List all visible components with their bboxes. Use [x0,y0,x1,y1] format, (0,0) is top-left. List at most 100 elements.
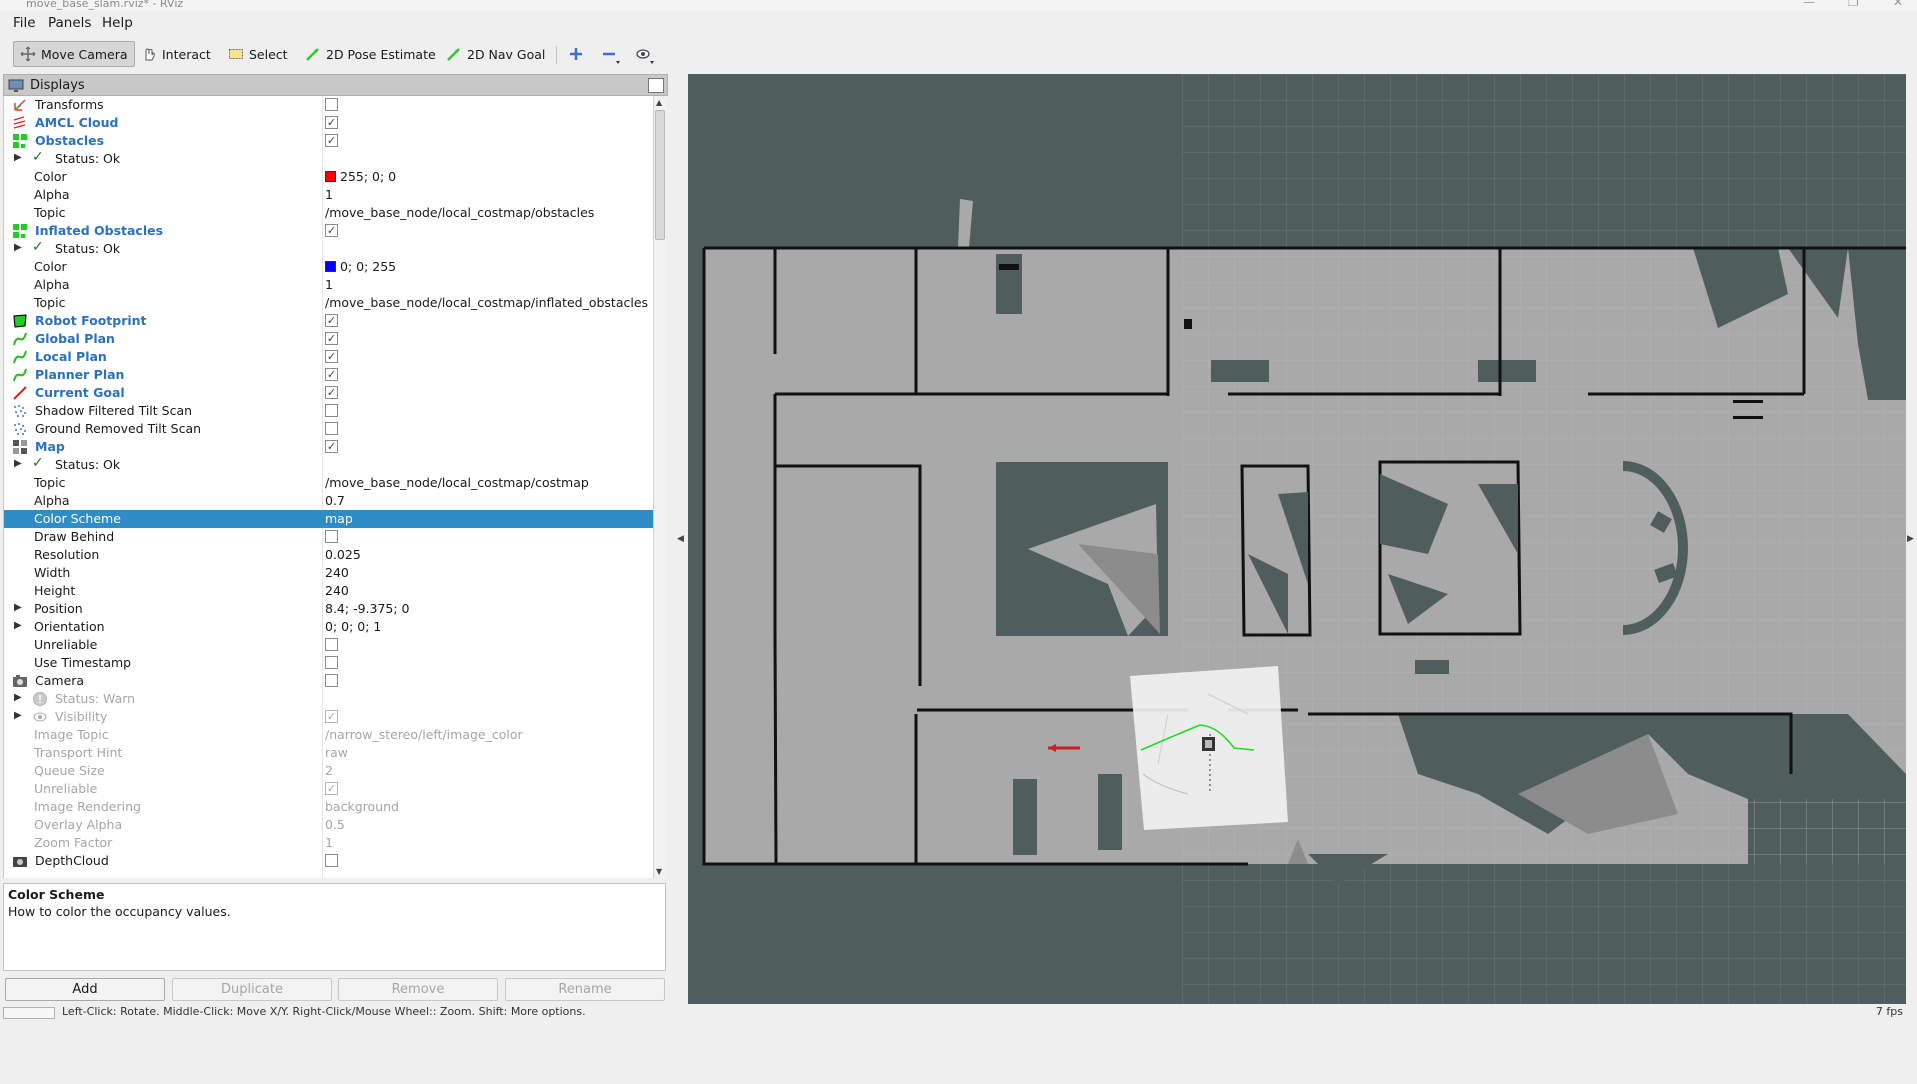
property-row-queue-size[interactable]: Queue Size 2 [4,762,653,780]
property-value[interactable]: /move_base_node/local_costmap/costmap [325,475,589,490]
display-row-camera[interactable]: Camera [4,672,653,690]
menu-file[interactable]: File [13,15,36,31]
enabled-checkbox[interactable]: ✓ [325,332,338,345]
reset-box[interactable] [3,1007,55,1019]
expand-arrow-icon[interactable]: ▶ [14,458,22,469]
tree-scrollbar[interactable]: ▲ ▼ [653,96,666,878]
rename-button[interactable]: Rename [505,978,665,1001]
property-row-image-rendering[interactable]: Image Rendering background [4,798,653,816]
close-icon[interactable]: ✕ [1893,0,1903,9]
property-row-image-topic[interactable]: Image Topic /narrow_stereo/left/image_co… [4,726,653,744]
property-row-width[interactable]: Width 240 [4,564,653,582]
panel-splitter[interactable]: ◀ [668,74,688,1004]
display-tree[interactable]: Transforms AMCL Cloud ✓ Obstacles ✓ ▶ ✓ … [3,96,653,878]
status-row[interactable]: ▶ Status: Warn [4,690,653,708]
property-row-color[interactable]: Color 0; 0; 255 [4,258,653,276]
scrollbar-thumb[interactable] [655,110,665,240]
property-checkbox[interactable] [325,656,338,669]
property-row-visibility[interactable]: ▶ Visibility ✓ [4,708,653,726]
maximize-icon[interactable]: ❐ [1848,0,1859,9]
display-row-ground-removed-tilt-scan[interactable]: Ground Removed Tilt Scan [4,420,653,438]
property-value[interactable]: 240 [325,565,349,580]
property-row-color-scheme[interactable]: Color Scheme map [4,510,653,528]
property-row-draw-behind[interactable]: Draw Behind [4,528,653,546]
enabled-checkbox[interactable] [325,422,338,435]
property-value[interactable]: 255; 0; 0 [325,169,396,184]
select-tool[interactable]: Select [222,41,294,67]
property-value[interactable]: 1 [325,187,333,202]
property-value[interactable]: 1 [325,277,333,292]
expand-arrow-icon[interactable]: ▶ [14,152,22,163]
pose-estimate-tool[interactable]: 2D Pose Estimate [299,41,442,67]
property-value[interactable]: /move_base_node/local_costmap/inflated_o… [325,295,648,310]
property-value[interactable]: 8.4; -9.375; 0 [325,601,410,616]
expand-arrow-icon[interactable]: ▶ [14,692,22,703]
float-panel-button[interactable] [648,78,664,93]
render-viewport[interactable] [688,74,1906,1004]
add-button[interactable]: Add [5,978,165,1001]
property-value[interactable]: 0.025 [325,547,361,562]
display-row-shadow-filtered-tilt-scan[interactable]: Shadow Filtered Tilt Scan [4,402,653,420]
property-row-topic[interactable]: Topic /move_base_node/local_costmap/cost… [4,474,653,492]
map-render[interactable] [688,74,1906,1004]
property-row-use-timestamp[interactable]: Use Timestamp [4,654,653,672]
scroll-up-icon[interactable]: ▲ [656,98,662,107]
menu-help[interactable]: Help [102,15,133,31]
display-row-planner-plan[interactable]: Planner Plan ✓ [4,366,653,384]
property-value[interactable]: map [325,511,353,526]
property-value[interactable]: 0; 0; 255 [325,259,396,274]
enabled-checkbox[interactable]: ✓ [325,224,338,237]
property-checkbox[interactable] [325,530,338,543]
collapse-left-icon[interactable]: ◀ [677,534,684,544]
enabled-checkbox[interactable]: ✓ [325,134,338,147]
display-row-local-plan[interactable]: Local Plan ✓ [4,348,653,366]
expand-arrow-icon[interactable]: ▶ [14,242,22,253]
property-row-position[interactable]: ▶ Position 8.4; -9.375; 0 [4,600,653,618]
status-row[interactable]: ▶ ✓ Status: Ok [4,455,653,474]
enabled-checkbox[interactable]: ✓ [325,116,338,129]
enabled-checkbox[interactable]: ✓ [325,368,338,381]
enabled-checkbox[interactable]: ✓ [325,314,338,327]
property-value[interactable]: /narrow_stereo/left/image_color [325,727,523,742]
property-row-alpha[interactable]: Alpha 0.7 [4,492,653,510]
display-row-map[interactable]: Map ✓ [4,438,653,456]
add-tool-icon[interactable] [565,45,587,65]
status-row[interactable]: ▶ ✓ Status: Ok [4,149,653,168]
property-row-unreliable[interactable]: Unreliable [4,636,653,654]
enabled-checkbox[interactable] [325,854,338,867]
expand-arrow-icon[interactable]: ▶ [14,710,22,721]
property-value[interactable]: 2 [325,763,333,778]
property-row-color[interactable]: Color 255; 0; 0 [4,168,653,186]
display-row-amcl-cloud[interactable]: AMCL Cloud ✓ [4,114,653,132]
property-row-transport-hint[interactable]: Transport Hint raw [4,744,653,762]
menu-panels[interactable]: Panels [48,15,91,31]
display-row-transforms[interactable]: Transforms [4,96,653,114]
remove-tool-icon[interactable] [599,45,621,65]
property-value[interactable]: background [325,799,399,814]
property-value[interactable]: 0.5 [325,817,345,832]
property-value[interactable]: /move_base_node/local_costmap/obstacles [325,205,594,220]
interact-tool[interactable]: Interact [135,41,217,67]
enabled-checkbox[interactable]: ✓ [325,350,338,363]
property-row-zoom-factor[interactable]: Zoom Factor 1 [4,834,653,852]
display-row-global-plan[interactable]: Global Plan ✓ [4,330,653,348]
property-row-overlay-alpha[interactable]: Overlay Alpha 0.5 [4,816,653,834]
property-value[interactable]: 240 [325,583,349,598]
scroll-down-icon[interactable]: ▼ [656,867,662,876]
property-row-orientation[interactable]: ▶ Orientation 0; 0; 0; 1 [4,618,653,636]
view-tool-icon[interactable] [634,45,656,65]
expand-arrow-icon[interactable]: ▶ [14,602,22,613]
enabled-checkbox[interactable] [325,404,338,417]
property-row-height[interactable]: Height 240 [4,582,653,600]
property-row-unreliable[interactable]: Unreliable ✓ [4,780,653,798]
enabled-checkbox[interactable] [325,674,338,687]
expand-right-icon[interactable]: ▶ [1907,534,1914,544]
enabled-checkbox[interactable]: ✓ [325,440,338,453]
remove-button[interactable]: Remove [338,978,498,1001]
move-camera-tool[interactable]: Move Camera [13,41,135,67]
display-row-inflated-obstacles[interactable]: Inflated Obstacles ✓ [4,222,653,240]
enabled-checkbox[interactable]: ✓ [325,386,338,399]
minimize-icon[interactable]: — [1803,0,1815,9]
property-value[interactable]: 0.7 [325,493,345,508]
property-checkbox[interactable] [325,638,338,651]
